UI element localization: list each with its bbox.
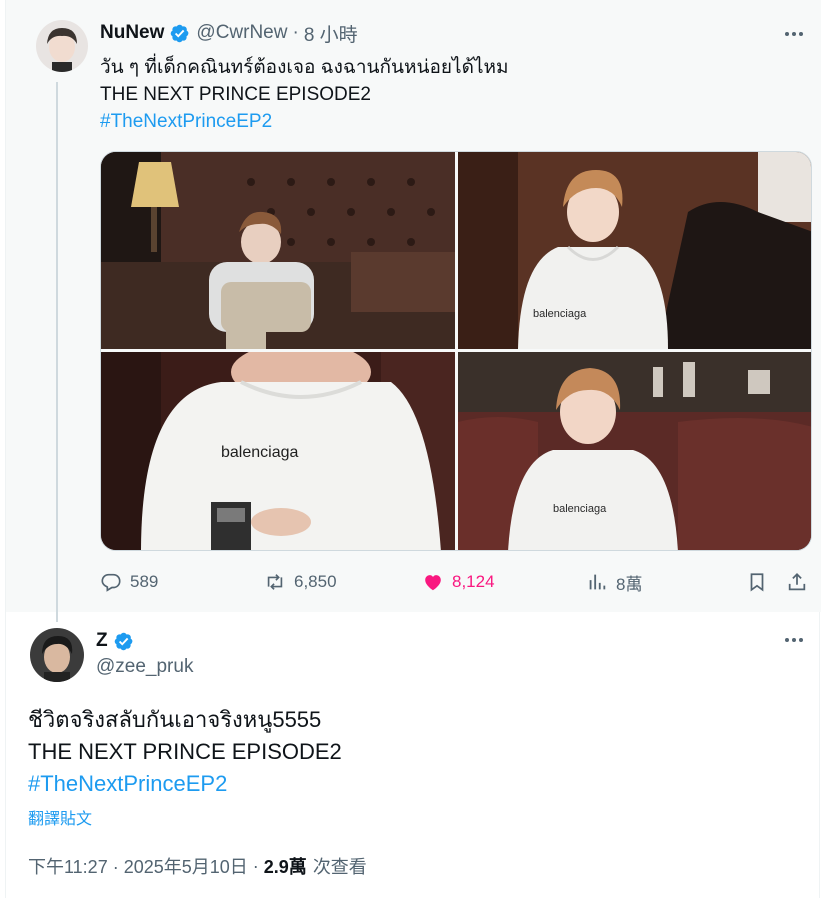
tweet-photo-4[interactable]: balenciaga	[458, 352, 811, 550]
like-count: 8,124	[452, 572, 495, 591]
tweet-photo-2[interactable]: balenciaga	[458, 152, 811, 349]
reply-count: 589	[130, 572, 159, 591]
translate-post-link[interactable]: 翻譯貼文	[28, 805, 92, 829]
tweet-action-bar: 589 6,850 8,124 8萬	[100, 565, 812, 599]
parent-author-avatar[interactable]	[36, 20, 88, 72]
verified-badge-icon	[169, 23, 190, 44]
tweet-meta: 下午11:27 · 2025年5月10日 · 2.9萬 次查看	[28, 853, 367, 879]
parent-tweet-time[interactable]: 8 小時	[304, 20, 358, 47]
bookmark-icon	[750, 573, 764, 592]
thread-connector-line	[56, 82, 58, 622]
views-button[interactable]: 8萬	[586, 565, 642, 599]
tweet-text-line: วัน ๆ ที่เด็กคณินทร์ต้องเจอ ฉงฉานกันหน่อ…	[100, 57, 509, 78]
views-count: 2.9萬	[263, 857, 307, 877]
tweet-timestamp[interactable]: 下午11:27 · 2025年5月10日	[28, 853, 248, 879]
tweet-text-line: ชีวิตจริงสลับกันเอาจริงหนู5555	[28, 707, 322, 732]
photo-logo-text: balenciaga	[533, 308, 587, 320]
retweet-icon	[267, 574, 283, 590]
tweet-text: ชีวิตจริงสลับกันเอาจริงหนู5555 THE NEXT …	[28, 704, 798, 800]
views-label: 次查看	[312, 857, 367, 877]
views-icon	[589, 574, 606, 590]
separator-dot: ·	[252, 855, 259, 876]
parent-tweet-text: วัน ๆ ที่เด็กคณินทร์ต้องเจอ ฉงฉานกันหน่อ…	[100, 54, 800, 135]
views-count: 8萬	[616, 574, 643, 594]
more-icon[interactable]	[782, 22, 806, 46]
share-icon	[788, 572, 806, 591]
photo-logo-text: balenciaga	[221, 444, 299, 461]
author-handle[interactable]: @zee_pruk	[96, 656, 193, 678]
share-button[interactable]	[786, 565, 816, 599]
hashtag-link[interactable]: #TheNextPrinceEP2	[28, 768, 798, 800]
author-avatar[interactable]	[30, 628, 84, 682]
tweet-media-grid: balenciaga balenciaga balenciaga	[100, 151, 812, 551]
tweet-photo-1[interactable]	[101, 152, 455, 349]
parent-author-name[interactable]: NuNew	[100, 22, 164, 44]
reply-icon	[101, 573, 121, 592]
reply-button[interactable]: 589	[100, 565, 158, 599]
verified-badge-icon	[113, 631, 134, 652]
parent-tweet[interactable]: NuNew @CwrNew · 8 小時 วัน ๆ ที่เด็กคณินทร…	[6, 0, 821, 622]
tweet-text-line: THE NEXT PRINCE EPISODE2	[100, 84, 371, 105]
tweet-thread: NuNew @CwrNew · 8 小時 วัน ๆ ที่เด็กคณินทร…	[5, 0, 821, 898]
separator-dot: ·	[292, 22, 299, 43]
tweet-text-line: THE NEXT PRINCE EPISODE2	[28, 739, 342, 764]
heart-filled-icon	[425, 575, 441, 591]
parent-author-handle[interactable]: @CwrNew	[196, 22, 287, 44]
author-name[interactable]: Z	[96, 630, 108, 652]
tweet-photo-3[interactable]: balenciaga	[101, 352, 455, 550]
retweet-button[interactable]: 6,850	[264, 565, 337, 599]
photo-logo-text: balenciaga	[553, 503, 607, 515]
like-button[interactable]: 8,124	[422, 565, 495, 599]
more-icon[interactable]	[782, 628, 806, 652]
retweet-count: 6,850	[294, 572, 337, 591]
bookmark-button[interactable]	[746, 565, 776, 599]
hashtag-link[interactable]: #TheNextPrinceEP2	[100, 108, 800, 135]
